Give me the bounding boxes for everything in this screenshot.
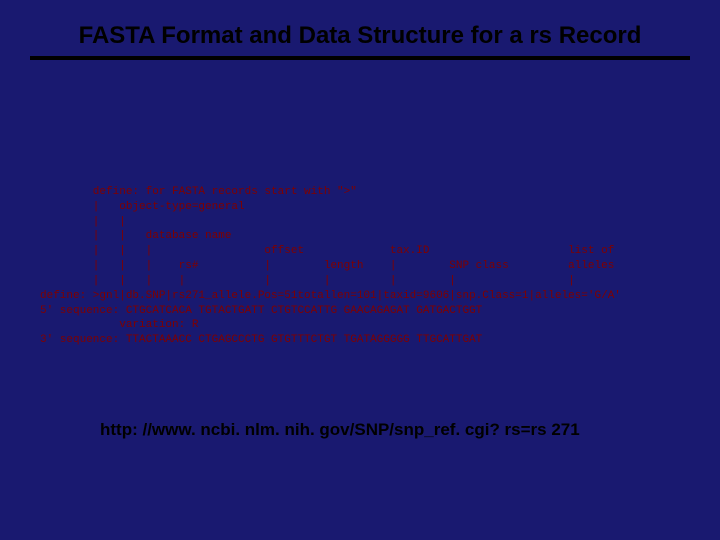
code-line: 3' sequence: TTACTAAACC CTGAGCCCTG GTGTT…: [40, 334, 482, 346]
code-block: define: for FASTA records start with ">"…: [40, 170, 680, 348]
code-line: 5' sequence: CTGCATCACA TGTACTGATT CTGTC…: [40, 305, 482, 317]
code-line: | | | | | | | | |: [40, 275, 575, 287]
code-line: | object-type=general: [40, 201, 245, 213]
reference-url: http: //www. ncbi. nlm. nih. gov/SNP/snp…: [100, 420, 580, 440]
code-line: | | | offset tax.ID list of: [40, 245, 614, 257]
slide: FASTA Format and Data Structure for a rs…: [0, 0, 720, 540]
code-line: define: >gnl|db.SNP|rs271_allele.Pos=51t…: [40, 290, 621, 302]
code-line: define: for FASTA records start with ">": [40, 186, 357, 198]
code-line: | | | rs# | length | SNP class alleles: [40, 260, 614, 272]
code-line: | | database name: [40, 230, 231, 242]
code-line: variation: R: [40, 319, 198, 331]
title-rule: [30, 56, 690, 60]
code-line: | |: [40, 216, 126, 228]
page-title: FASTA Format and Data Structure for a rs…: [0, 0, 720, 56]
